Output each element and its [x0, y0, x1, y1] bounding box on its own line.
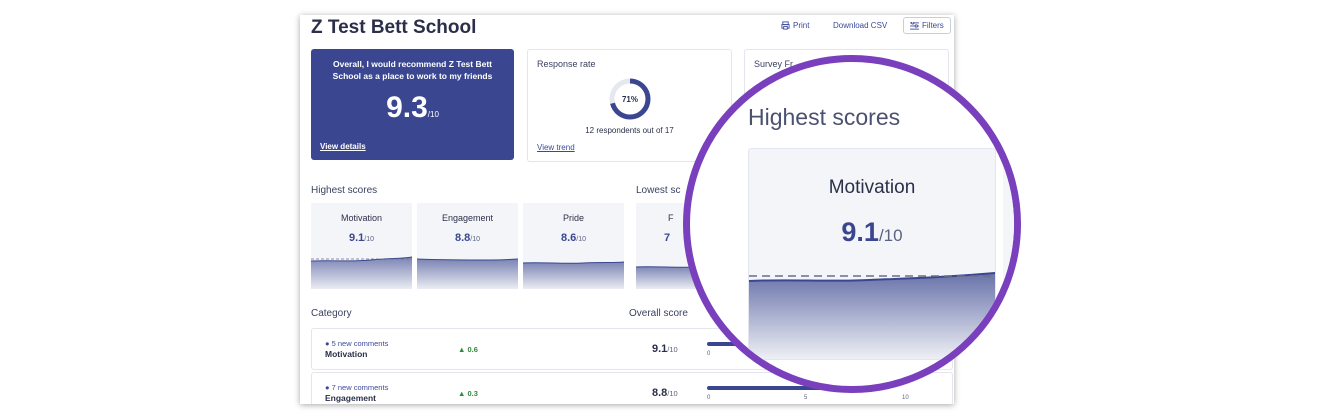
zoom-adjacent-card [1003, 148, 1014, 358]
recommend-score-value: 9.3 [386, 91, 428, 124]
score-value: 9.1 [348, 232, 365, 244]
recommend-score-out-of: /10 [427, 110, 439, 119]
bar-tick: 5 [804, 395, 808, 401]
download-csv-label: Download CSV [833, 21, 888, 30]
response-rate-percent: 71% [622, 95, 638, 104]
category-score-value: 8.8 [652, 387, 668, 399]
score-card-value: 8.6/10 [523, 232, 624, 244]
zoom-trend-sparkline [749, 272, 995, 359]
view-trend-link[interactable]: View trend [537, 143, 575, 152]
score-card-name: F [668, 213, 674, 223]
filter-icon [910, 21, 919, 30]
score-card-name: Engagement [441, 213, 494, 223]
category-name: Engagement [325, 393, 377, 403]
printer-icon [781, 21, 790, 30]
category-score: 9.1/10 [652, 343, 678, 355]
score-change-value: 0.6 [467, 345, 478, 354]
category-score-out-of: /10 [667, 345, 678, 354]
zoom-score-card: Motivation 9.1/10 [748, 148, 996, 360]
zoom-score-out-of: /10 [878, 226, 903, 245]
comments-label: 7 new comments [331, 383, 389, 392]
bar-tick: 0 [707, 351, 711, 357]
score-card-engagement[interactable]: Engagement 8.8/10 [417, 203, 518, 289]
score-card-name: Pride [562, 213, 584, 223]
score-card-value: 7 [664, 232, 671, 244]
filters-label: Filters [922, 21, 944, 30]
category-header: Category [311, 308, 352, 319]
zoom-card-name: Motivation [828, 177, 916, 198]
download-csv-button[interactable]: Download CSV [833, 21, 887, 30]
page-title: Z Test Bett School [311, 17, 477, 38]
highest-scores-title: Highest scores [311, 185, 378, 196]
score-card-value: 9.1/10 [311, 232, 412, 244]
view-details-link[interactable]: View details [320, 142, 366, 151]
comments-link[interactable]: ● 7 new comments [325, 383, 388, 392]
overall-score-header: Overall score [629, 308, 688, 319]
category-score-out-of: /10 [667, 389, 678, 398]
response-rate-ring: 71% [609, 78, 651, 120]
recommend-score: 9.3/10 [311, 91, 514, 125]
trend-sparkline [523, 261, 624, 289]
score-change-value: 0.3 [467, 389, 478, 398]
score-out-of: /10 [470, 236, 481, 243]
category-score-value: 9.1 [652, 343, 668, 355]
filters-button[interactable]: Filters [903, 17, 951, 34]
score-out-of: /10 [576, 236, 587, 243]
score-card-name: Motivation [340, 213, 383, 223]
respondents-text: 12 respondents out of 17 [585, 126, 674, 135]
score-out-of: /10 [364, 236, 375, 243]
print-button[interactable]: Print [781, 21, 809, 30]
category-name: Motivation [325, 349, 368, 359]
bar-tick: 0 [707, 395, 711, 401]
score-card-motivation[interactable]: Motivation 9.1/10 [311, 203, 412, 289]
response-rate-label: Response rate [537, 59, 596, 69]
trend-sparkline [417, 258, 518, 289]
score-value: 8.6 [560, 232, 577, 244]
lowest-scores-title: Lowest sc [636, 185, 681, 196]
recommend-score-card: Overall, I would recommend Z Test Bett S… [311, 49, 514, 160]
trend-sparkline [311, 256, 412, 289]
bar-tick: 10 [902, 395, 909, 401]
score-value: 8.8 [454, 232, 471, 244]
category-score: 8.8/10 [652, 387, 678, 399]
zoom-score-value: 9.1 [841, 217, 879, 247]
comments-label: 5 new comments [331, 339, 389, 348]
zoom-highest-scores-title: Highest scores [748, 104, 901, 130]
print-label: Print [793, 21, 810, 30]
comments-link[interactable]: ● 5 new comments [325, 339, 388, 348]
zoom-card-value: 9.1/10 [749, 217, 995, 248]
score-change: ▲ 0.3 [458, 389, 478, 398]
score-card-pride[interactable]: Pride 8.6/10 [523, 203, 624, 289]
recommend-question: Overall, I would recommend Z Test Bett S… [332, 59, 493, 81]
magnifier-lens: Highest scores Motivation 9.1/10 [683, 55, 1021, 393]
score-card-value: 8.8/10 [417, 232, 518, 244]
score-change: ▲ 0.6 [458, 345, 478, 354]
